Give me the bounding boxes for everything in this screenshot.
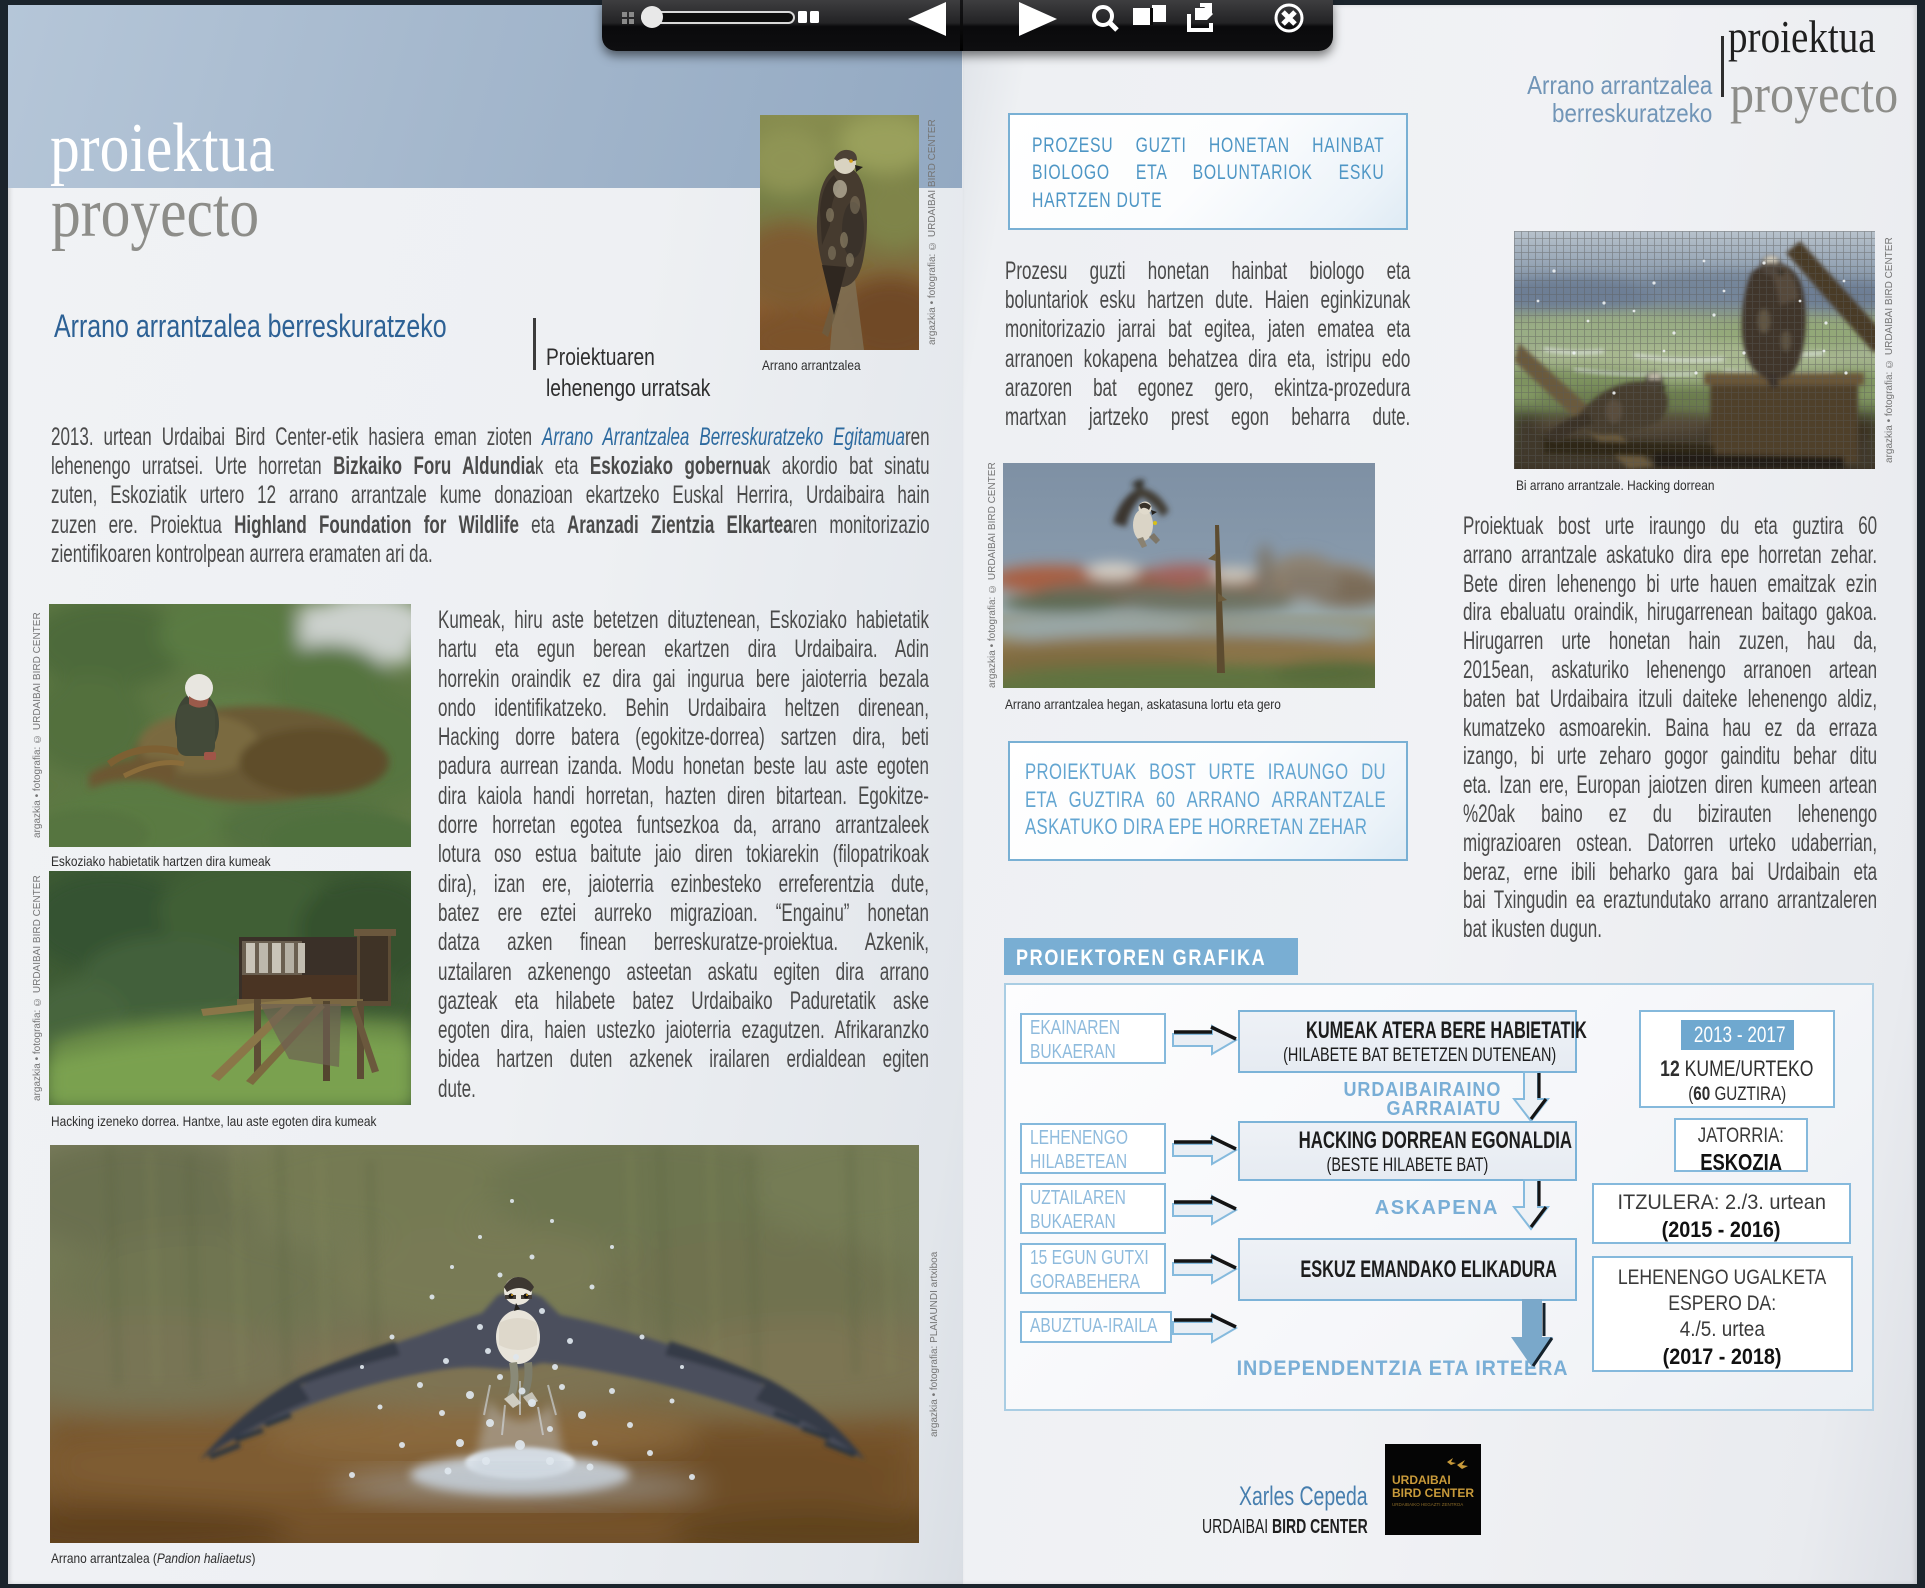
svg-text:URDAIBAI: URDAIBAI bbox=[1392, 1473, 1451, 1487]
svg-text:BIRD CENTER: BIRD CENTER bbox=[1392, 1486, 1474, 1500]
svg-text:URDAIBAIKO HEGAZTI ZENTROA: URDAIBAIKO HEGAZTI ZENTROA bbox=[1392, 1502, 1463, 1507]
